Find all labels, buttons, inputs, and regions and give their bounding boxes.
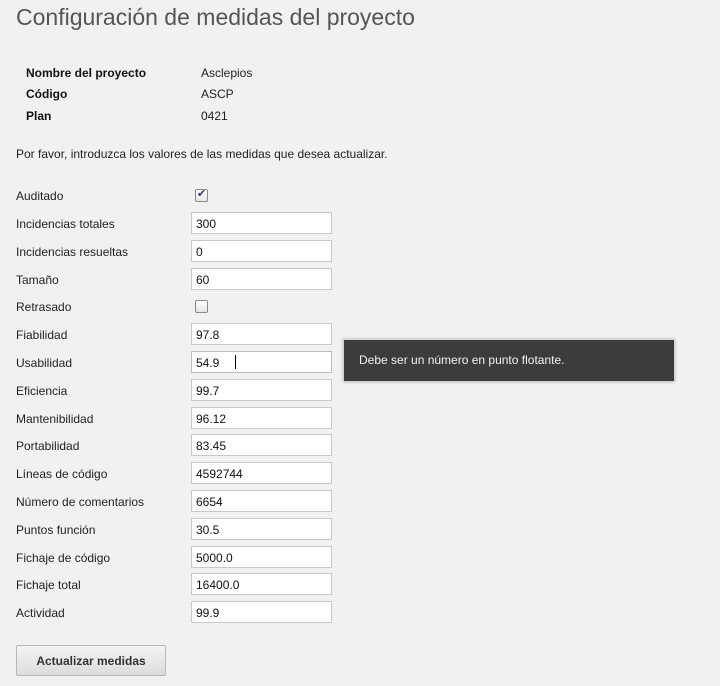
project-name-label: Nombre del proyecto [26, 65, 147, 80]
retrasado-checkbox[interactable] [195, 300, 208, 313]
project-plan-label: Plan [26, 108, 52, 123]
actividad-label: Actividad [16, 606, 65, 620]
project-info-row: Nombre del proyecto Asclepios [26, 62, 252, 84]
update-measures-button[interactable]: Actualizar medidas [16, 645, 166, 676]
field-row-puntos-funcion: Puntos función [16, 518, 346, 542]
field-row-tamano: Tamaño [16, 268, 346, 292]
portabilidad-input[interactable] [191, 434, 332, 456]
fichaje-total-input[interactable] [191, 573, 332, 595]
puntos-funcion-label: Puntos función [16, 523, 96, 537]
tamano-label: Tamaño [16, 273, 59, 287]
field-row-actividad: Actividad [16, 601, 346, 625]
field-row-auditado: Auditado ✔ [16, 184, 346, 208]
project-plan-value: 0421 [201, 108, 228, 123]
auditado-checkbox[interactable]: ✔ [195, 187, 208, 202]
numero-comentarios-input[interactable] [191, 490, 332, 512]
eficiencia-input[interactable] [191, 379, 332, 401]
field-row-eficiencia: Eficiencia [16, 379, 346, 403]
field-row-retrasado: Retrasado [16, 295, 346, 319]
field-row-usabilidad: Usabilidad [16, 351, 346, 375]
field-row-mantenibilidad: Mantenibilidad [16, 407, 346, 431]
project-code-value: ASCP [201, 87, 234, 102]
usabilidad-label: Usabilidad [16, 356, 73, 370]
field-row-portabilidad: Portabilidad [16, 434, 346, 458]
fiabilidad-input[interactable] [191, 323, 332, 345]
actividad-input[interactable] [191, 601, 332, 623]
project-name-value: Asclepios [201, 65, 253, 80]
project-info-table: Nombre del proyecto Asclepios Código ASC… [26, 62, 252, 127]
lineas-codigo-label: Líneas de código [16, 467, 108, 481]
incidencias-resueltas-input[interactable] [191, 240, 332, 262]
portabilidad-label: Portabilidad [16, 439, 80, 453]
field-row-fichaje-total: Fichaje total [16, 573, 346, 597]
validation-tooltip: Debe ser un número en punto flotante. [343, 339, 675, 382]
fichaje-total-label: Fichaje total [16, 578, 81, 592]
project-info-row: Plan 0421 [26, 105, 252, 127]
auditado-label: Auditado [16, 189, 64, 203]
lineas-codigo-input[interactable] [191, 462, 332, 484]
field-row-fiabilidad: Fiabilidad [16, 323, 346, 347]
intro-text: Por favor, introduzca los valores de las… [16, 147, 388, 161]
incidencias-totales-label: Incidencias totales [16, 217, 115, 231]
field-row-fichaje-codigo: Fichaje de código [16, 546, 346, 570]
project-info-row: Código ASCP [26, 84, 252, 106]
usabilidad-input[interactable] [191, 351, 332, 373]
field-row-incidencias-totales: Incidencias totales [16, 212, 346, 236]
eficiencia-label: Eficiencia [16, 384, 68, 398]
mantenibilidad-label: Mantenibilidad [16, 412, 94, 426]
retrasado-label: Retrasado [16, 300, 72, 314]
mantenibilidad-input[interactable] [191, 407, 332, 429]
incidencias-resueltas-label: Incidencias resueltas [16, 245, 129, 259]
field-row-lineas-codigo: Líneas de código [16, 462, 346, 486]
fichaje-codigo-label: Fichaje de código [16, 551, 111, 565]
text-cursor [235, 355, 236, 369]
field-row-numero-comentarios: Número de comentarios [16, 490, 346, 514]
tamano-input[interactable] [191, 268, 332, 290]
fiabilidad-label: Fiabilidad [16, 328, 68, 342]
project-code-label: Código [26, 87, 68, 102]
numero-comentarios-label: Número de comentarios [16, 495, 145, 509]
page-title: Configuración de medidas del proyecto [16, 4, 415, 30]
field-row-incidencias-resueltas: Incidencias resueltas [16, 240, 346, 264]
puntos-funcion-input[interactable] [191, 518, 332, 540]
fichaje-codigo-input[interactable] [191, 546, 332, 568]
check-icon: ✔ [196, 187, 207, 200]
incidencias-totales-input[interactable] [191, 212, 332, 234]
